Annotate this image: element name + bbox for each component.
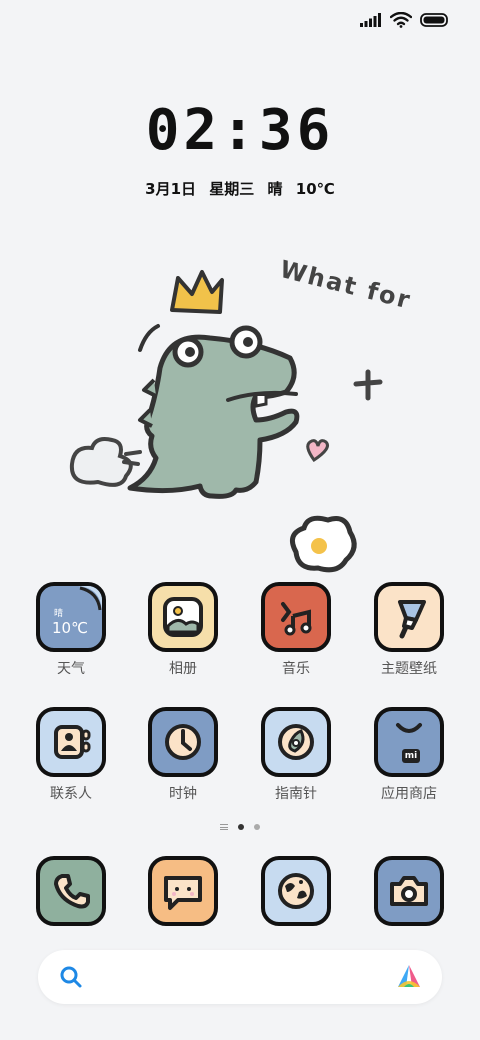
mi-badge: mi	[402, 749, 420, 763]
heart-icon	[306, 439, 329, 463]
weather-temperature: 10℃	[295, 180, 335, 198]
music-note-icon	[261, 582, 331, 652]
battery-icon	[420, 13, 448, 27]
compass-icon	[261, 707, 331, 777]
app-themes[interactable]: 主题壁纸	[354, 582, 464, 678]
app-label: 联系人	[50, 786, 92, 802]
date-day: 3月1日	[145, 180, 197, 198]
app-compass[interactable]: 指南针	[241, 707, 351, 803]
crown-icon	[170, 270, 224, 314]
weather-icon: 晴 10℃	[36, 582, 106, 652]
app-label: 相册	[169, 661, 197, 677]
app-label: 时钟	[169, 786, 197, 802]
dock-camera[interactable]	[354, 856, 464, 926]
lock-clock[interactable]: 02:36	[0, 98, 480, 163]
app-gallery[interactable]: 相册	[128, 582, 238, 678]
app-label: 天气	[57, 661, 85, 677]
sparkle-icon	[353, 369, 383, 401]
status-bar	[360, 8, 450, 32]
dock-browser[interactable]	[241, 856, 351, 926]
search-bar[interactable]	[38, 950, 442, 1004]
page-indicator-list-icon	[220, 824, 228, 830]
app-clock[interactable]: 时钟	[128, 707, 238, 803]
app-label: 音乐	[282, 661, 310, 677]
signal-icon	[360, 13, 381, 27]
assistant-icon[interactable]	[394, 963, 424, 991]
page-dot	[254, 824, 260, 830]
app-label: 主题壁纸	[381, 661, 437, 677]
app-weather[interactable]: 晴 10℃ 天气	[16, 582, 126, 678]
dinosaur-wallpaper-illustration	[69, 270, 383, 573]
search-icon	[60, 966, 82, 988]
browser-globe-icon	[261, 856, 331, 926]
app-store[interactable]: mi 应用商店	[354, 707, 464, 803]
date-weather-line[interactable]: 3月1日 星期三 晴 10℃	[0, 178, 480, 199]
dock-phone[interactable]	[16, 856, 126, 926]
weather-widget-temp: 10℃	[52, 619, 88, 637]
clock-icon	[148, 707, 218, 777]
weather-condition: 晴	[267, 180, 283, 198]
paint-brush-icon	[374, 582, 444, 652]
message-icon	[148, 856, 218, 926]
app-label: 指南针	[275, 786, 317, 802]
dinosaur-body	[127, 334, 300, 499]
photo-icon	[148, 582, 218, 652]
phone-icon	[36, 856, 106, 926]
app-contacts[interactable]: 联系人	[16, 707, 126, 803]
app-music[interactable]: 音乐	[241, 582, 351, 678]
weather-widget-condition: 晴	[54, 609, 64, 619]
page-dot-active	[238, 824, 244, 830]
contacts-icon	[36, 707, 106, 777]
store-bag-icon: mi	[374, 707, 444, 777]
camera-icon	[374, 856, 444, 926]
page-indicator[interactable]	[0, 824, 480, 830]
app-label: 应用商店	[381, 786, 437, 802]
date-weekday: 星期三	[209, 180, 255, 198]
wifi-icon	[390, 12, 412, 28]
dock-messages[interactable]	[128, 856, 238, 926]
dust-cloud-icon	[69, 437, 133, 487]
